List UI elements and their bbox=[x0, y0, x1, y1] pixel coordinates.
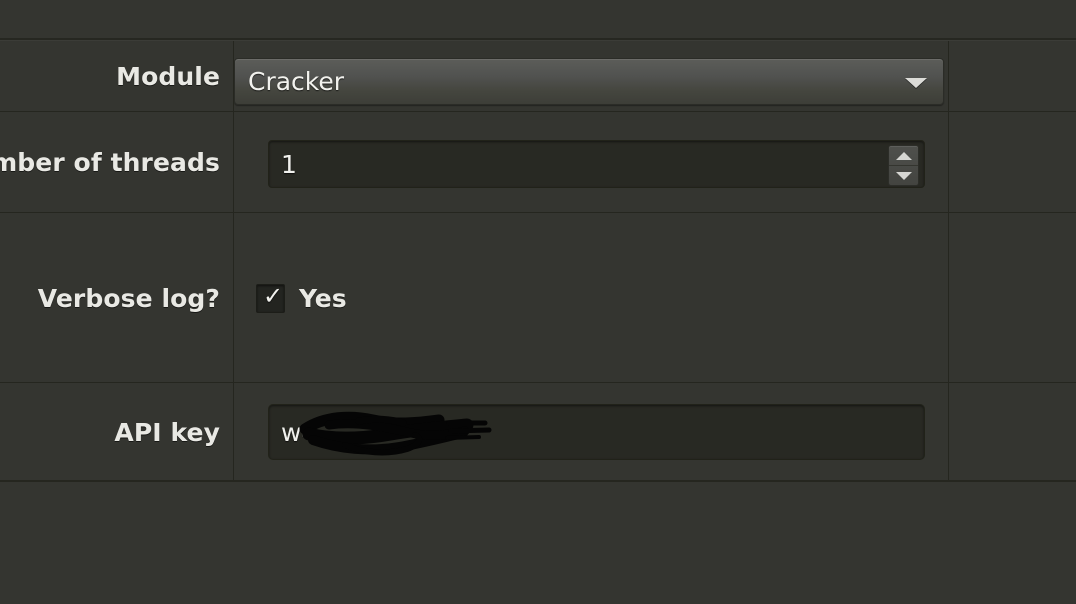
chevron-down-icon[interactable] bbox=[905, 77, 927, 88]
right-column-divider bbox=[948, 41, 949, 482]
api-key-value: w4 bbox=[281, 417, 318, 447]
threads-decrement-button[interactable] bbox=[889, 166, 918, 185]
form-row-threads: Number of threads 1 bbox=[0, 112, 1076, 213]
label-column-divider bbox=[233, 41, 234, 482]
verbose-log-checkbox[interactable]: ✓ bbox=[256, 282, 285, 313]
verbose-label-cell: Verbose log? bbox=[0, 213, 222, 383]
api-key-label-cell: API key bbox=[0, 383, 222, 481]
module-label: Module bbox=[116, 62, 220, 91]
verbose-log-label: Verbose log? bbox=[37, 283, 220, 313]
panel-top-strip bbox=[0, 0, 1076, 38]
form-row-module: Module Cracker bbox=[0, 41, 1076, 112]
module-label-cell: Module bbox=[0, 41, 222, 112]
redaction-scribble bbox=[299, 411, 492, 456]
triangle-up-icon bbox=[895, 151, 912, 160]
threads-stepper[interactable] bbox=[888, 145, 919, 186]
threads-increment-button[interactable] bbox=[889, 146, 918, 165]
triangle-down-icon bbox=[895, 171, 912, 180]
api-key-input[interactable]: w4 bbox=[268, 404, 925, 460]
threads-value: 1 bbox=[281, 149, 297, 179]
threads-spinbox[interactable]: 1 bbox=[268, 140, 925, 188]
threads-label: Number of threads bbox=[0, 148, 220, 177]
api-key-label: API key bbox=[114, 417, 220, 447]
verbose-log-checkbox-group[interactable]: ✓ Yes bbox=[256, 282, 347, 313]
bottom-empty-pane bbox=[0, 482, 1076, 604]
form-row-api-key: API key w4 bbox=[0, 383, 1076, 481]
threads-label-cell: Number of threads bbox=[0, 112, 222, 213]
settings-form-table: Module Cracker Number of threads 1 bbox=[0, 41, 1076, 482]
settings-panel: Module Cracker Number of threads 1 bbox=[0, 0, 1076, 604]
module-selected-value: Cracker bbox=[248, 67, 345, 96]
verbose-log-checkbox-label: Yes bbox=[299, 284, 347, 313]
module-combobox[interactable]: Cracker bbox=[234, 58, 944, 105]
form-row-verbose-log: Verbose log? ✓ Yes bbox=[0, 213, 1076, 383]
checkmark-icon: ✓ bbox=[263, 282, 284, 310]
